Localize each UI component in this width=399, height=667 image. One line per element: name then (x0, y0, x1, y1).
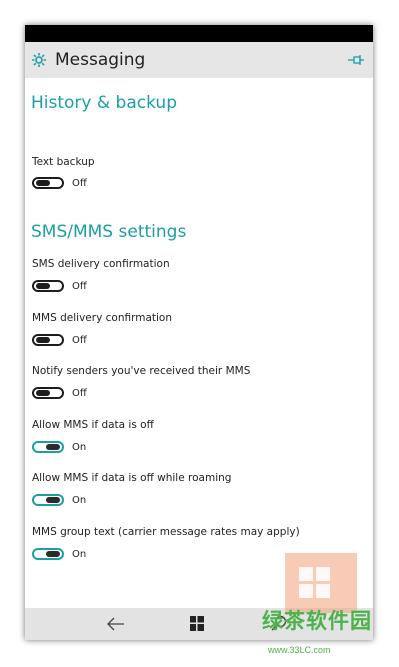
text-backup-state: Off (72, 178, 87, 189)
allow-mms-data-off-toggle[interactable] (32, 441, 64, 453)
page-title: Messaging (55, 50, 146, 70)
setting-label-mms-group-text: MMS group text (carrier message rates ma… (32, 526, 300, 538)
setting-label-allow-mms-data-off: Allow MMS if data is off (32, 419, 154, 431)
sms-delivery-toggle[interactable] (32, 280, 64, 292)
mms-delivery-state: Off (72, 335, 87, 346)
pin-icon[interactable] (347, 54, 365, 66)
toggle-knob (46, 444, 60, 450)
toggle-knob (36, 390, 50, 396)
phone-screen: Messaging History & backup Text backup O… (25, 25, 373, 640)
section-heading-history-backup: History & backup (31, 93, 177, 113)
toggle-knob (36, 337, 50, 343)
setting-label-mms-delivery: MMS delivery confirmation (32, 312, 172, 324)
mms-group-text-state: On (72, 549, 87, 560)
allow-mms-data-off-state: On (72, 442, 87, 453)
toggle-knob (36, 180, 50, 186)
title-bar: Messaging (25, 42, 373, 78)
gear-icon (32, 53, 46, 67)
notify-senders-state: Off (72, 388, 87, 399)
windows-logo-icon[interactable] (190, 616, 204, 631)
text-backup-toggle[interactable] (32, 177, 64, 189)
toggle-knob (36, 283, 50, 289)
setting-label-allow-mms-roaming: Allow MMS if data is off while roaming (32, 472, 232, 484)
watermark-url: www.33LC.com (268, 645, 331, 655)
status-bar (25, 25, 373, 42)
sms-delivery-state: Off (72, 281, 87, 292)
setting-label-text-backup: Text backup (32, 156, 95, 168)
settings-content: History & backup Text backup Off SMS/MMS… (25, 78, 373, 608)
setting-label-notify-senders: Notify senders you've received their MMS (32, 365, 251, 377)
toggle-knob (46, 551, 60, 557)
section-heading-sms-mms: SMS/MMS settings (31, 222, 187, 242)
navigation-bar (25, 608, 373, 640)
back-arrow-icon[interactable] (107, 617, 125, 631)
toggle-knob (46, 497, 60, 503)
allow-mms-roaming-toggle[interactable] (32, 494, 64, 506)
allow-mms-roaming-state: On (72, 495, 87, 506)
search-icon[interactable] (271, 615, 287, 631)
notify-senders-toggle[interactable] (32, 387, 64, 399)
mms-delivery-toggle[interactable] (32, 334, 64, 346)
mms-group-text-toggle[interactable] (32, 548, 64, 560)
setting-label-sms-delivery: SMS delivery confirmation (32, 258, 170, 270)
